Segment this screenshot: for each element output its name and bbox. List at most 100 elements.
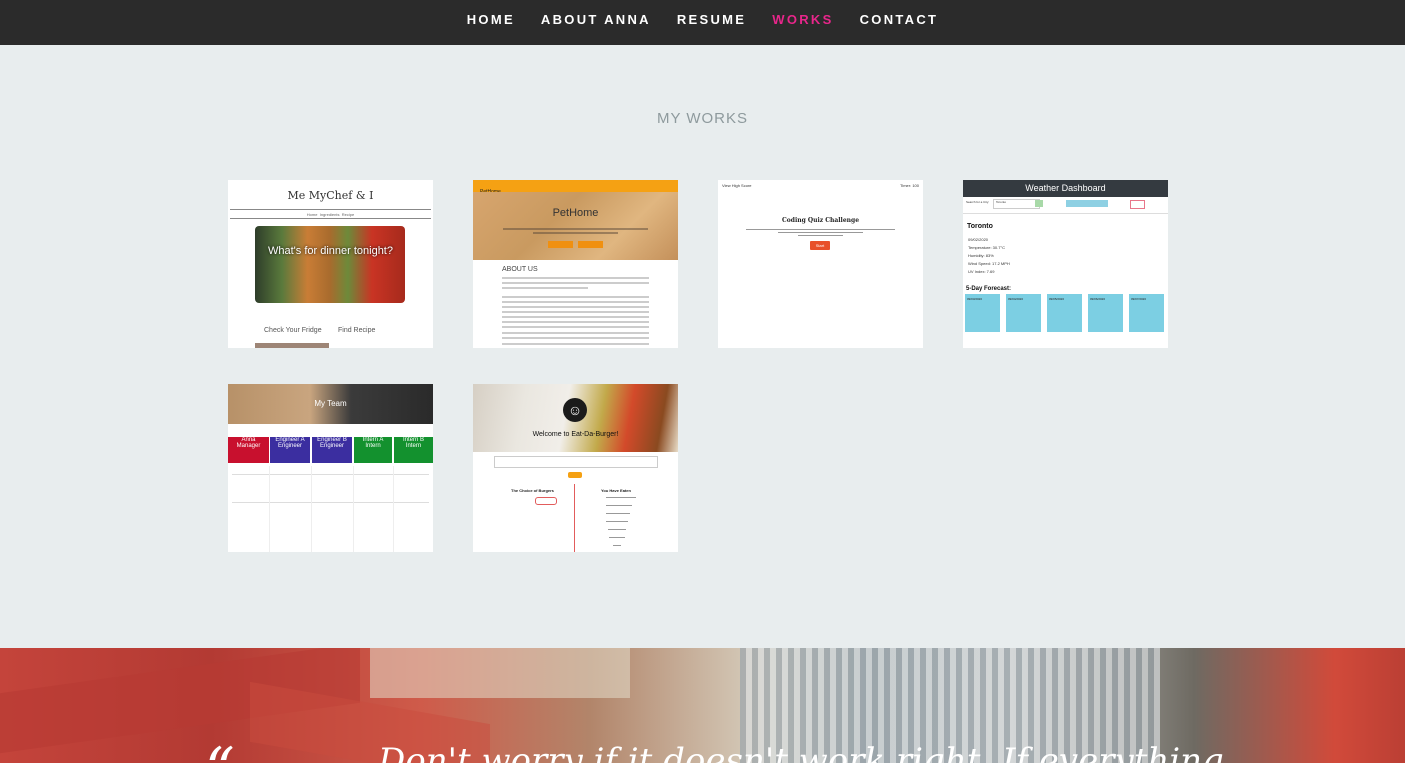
list-line (606, 521, 628, 522)
wind-speed: Wind Speed: 17.2 MPH (968, 261, 1010, 266)
column-heading: You Have Eaten (601, 488, 631, 493)
text-line (502, 332, 649, 334)
high-score-link: View High Score (722, 183, 752, 188)
project-thumbnail-team[interactable]: My Team Anna Manager Engineer A Engineer E… (228, 384, 433, 552)
hero-text: My Team (314, 399, 347, 408)
text-line (502, 316, 649, 318)
divider (353, 466, 354, 552)
forecast-title: 5-Day Forecast: (966, 286, 1012, 292)
hero-text: What's for dinner tonight? (267, 245, 393, 257)
divider (230, 209, 431, 210)
member-header: Engineer A Engineer (270, 437, 310, 463)
temperature: Temperature: 30.7°C (968, 245, 1005, 250)
pet-image (473, 192, 678, 260)
start-button: Start (810, 241, 830, 250)
text-line (502, 326, 649, 328)
list-line (606, 513, 630, 514)
divider (393, 466, 394, 552)
quiz-title: Coding Quiz Challenge (781, 217, 860, 224)
section-title: MY WORKS (656, 110, 749, 127)
text-line (502, 321, 649, 323)
text-line (502, 306, 649, 308)
divider (232, 474, 429, 475)
text-line (798, 235, 843, 236)
nav-contact[interactable]: CONTACT (860, 12, 939, 27)
divider (230, 218, 431, 219)
quote-text: Don't worry if it doesn't work right. If… (378, 741, 1224, 763)
thumb-nav: Home Ingredients Recipe (306, 212, 355, 217)
project-thumbnail-pethome[interactable]: PetHome PetHome ABOUT US (473, 180, 678, 348)
column-heading: The Choice of Burgers (511, 488, 554, 493)
project-thumbnail-weather[interactable]: Weather Dashboard Search for a City: Tor… (963, 180, 1168, 348)
timer: Timer: 100 (900, 183, 919, 188)
text-line (502, 311, 649, 313)
list-line (609, 537, 625, 538)
hero-text: PetHome (552, 207, 599, 219)
text-line (503, 228, 648, 230)
member-header: Intern B Intern (394, 437, 433, 463)
text-line (502, 277, 649, 279)
text-line (502, 287, 588, 289)
divider (963, 213, 1168, 214)
thumb-header: PetHome (473, 180, 678, 195)
nav-about-anna[interactable]: ABOUT ANNA (541, 12, 651, 27)
top-navigation: HOME ABOUT ANNA RESUME WORKS CONTACT (0, 0, 1405, 45)
text-line (502, 343, 649, 345)
forecast-card: 09/04/2020 (1006, 294, 1041, 332)
text-line (746, 229, 895, 230)
quote-mark: “ (205, 740, 235, 763)
divider (574, 484, 575, 552)
hero-button (578, 241, 603, 248)
text-line (778, 232, 863, 233)
nav-home[interactable]: HOME (467, 12, 515, 27)
section-label: Check Your Fridge (264, 327, 322, 334)
nav-resume[interactable]: RESUME (677, 12, 746, 27)
text-line (502, 296, 649, 298)
humidity: Humidity: 83% (968, 253, 994, 258)
forecast-card: 09/03/2020 (965, 294, 1000, 332)
search-value: Toronto (996, 200, 1007, 204)
nav-works[interactable]: WORKS (772, 12, 833, 27)
clear-button (1130, 200, 1145, 209)
member-header: Anna Manager (228, 437, 269, 463)
project-thumbnail-quiz[interactable]: View High Score Timer: 100 Coding Quiz C… (718, 180, 923, 348)
list-line (606, 497, 636, 498)
divider (232, 502, 429, 503)
text-line (533, 232, 618, 234)
section-label: Find Recipe (338, 327, 376, 334)
date: 09/02/2020 (968, 237, 989, 242)
list-line (613, 545, 621, 546)
thumb-title: Me MyChef & I (287, 189, 374, 202)
search-icon (1035, 200, 1043, 207)
forecast-card: 09/06/2020 (1088, 294, 1123, 332)
member-header: Engineer B Engineer (312, 437, 352, 463)
text-line (502, 282, 649, 284)
uv-index: UV Index: 7.69 (968, 269, 995, 274)
forecast-card: 09/05/2020 (1047, 294, 1082, 332)
forecast-card: 09/07/2020 (1129, 294, 1164, 332)
building-image (370, 648, 630, 698)
list-line (608, 529, 626, 530)
divider (311, 466, 312, 552)
food-image (255, 226, 405, 303)
list-line (606, 505, 632, 506)
devour-button (535, 497, 557, 505)
project-thumbnail-mychef[interactable]: Me MyChef & I Home Ingredients Recipe Wh… (228, 180, 433, 348)
hero-text: Welcome to Eat-Da-Burger! (532, 431, 619, 438)
hero-button (548, 241, 573, 248)
text-line (502, 337, 649, 339)
project-thumbnail-burger[interactable]: ☺ Welcome to Eat-Da-Burger! The Choice o… (473, 384, 678, 552)
city-name: Toronto (967, 223, 993, 230)
search-button (1066, 200, 1108, 207)
add-button (568, 472, 582, 478)
quote-section: “ Don't worry if it doesn't work right. … (0, 648, 1405, 763)
burger-icon: ☺ (563, 398, 587, 422)
thumb-header: Weather Dashboard (963, 180, 1168, 197)
search-label: Search for a City: (966, 200, 990, 204)
image-strip (255, 343, 329, 348)
about-heading: ABOUT US (502, 266, 538, 273)
text-line (502, 301, 649, 303)
burger-input (494, 456, 658, 468)
divider (269, 466, 270, 552)
member-header: Intern A Intern (354, 437, 392, 463)
